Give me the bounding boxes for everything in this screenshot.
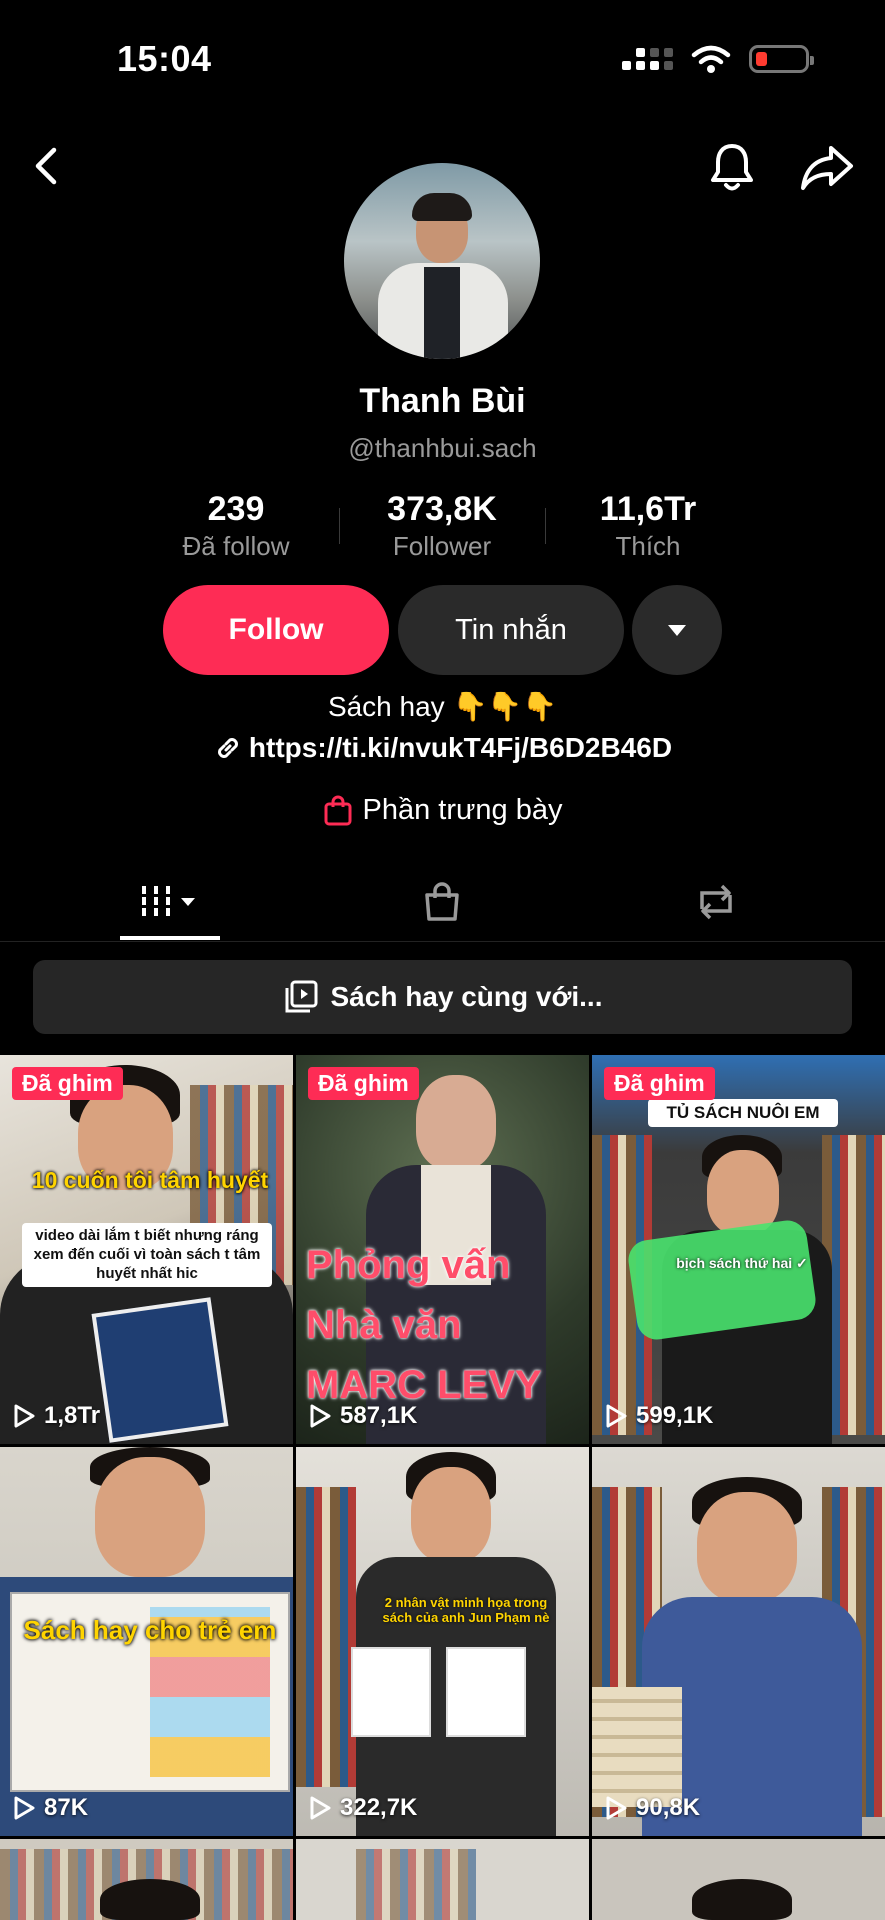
stat-label: Đã follow <box>182 531 290 561</box>
repost-icon <box>700 884 732 920</box>
status-bar: 15:04 <box>0 0 885 120</box>
status-time: 15:04 <box>117 38 212 79</box>
pinned-badge: Đã ghim <box>604 1067 715 1100</box>
message-button[interactable]: Tin nhắn <box>398 585 624 675</box>
video-thumbnail[interactable] <box>0 1839 293 1920</box>
profile-name: Thanh Bùi <box>359 382 526 420</box>
view-count-text: 587,1K <box>340 1402 418 1429</box>
shopping-bag-icon <box>425 882 459 921</box>
status-icons <box>622 44 814 74</box>
stat-value: 11,6Tr <box>599 490 697 528</box>
shopping-bag-icon <box>324 795 351 825</box>
caret-down-icon <box>668 625 686 636</box>
view-count: 87K <box>12 1794 88 1822</box>
follow-button[interactable]: Follow <box>163 585 389 675</box>
showcase-label: Phần trưng bày <box>362 794 563 826</box>
bell-icon[interactable] <box>707 140 757 194</box>
video-thumbnail[interactable]: 10 cuốn tôi tâm huyết video dài lắm t bi… <box>0 1055 293 1444</box>
video-thumbnail[interactable]: 90,8K <box>592 1447 885 1836</box>
more-dropdown-button[interactable] <box>632 585 722 675</box>
video-thumbnail[interactable]: TỦ SÁCH NUÔI EM bịch sách thứ hai ✓ Đã g… <box>592 1055 885 1444</box>
tab-shop[interactable] <box>412 862 472 942</box>
battery-icon <box>749 45 814 73</box>
stat-divider <box>339 508 340 544</box>
video-thumbnail[interactable] <box>592 1839 885 1920</box>
view-count-text: 1,8Tr <box>44 1402 101 1429</box>
video-overlay-text: TỦ SÁCH NUÔI EM <box>648 1099 838 1127</box>
profile-link-text: https://ti.ki/nvukT4Fj/B6D2B46D <box>248 732 673 763</box>
video-overlay-text: 10 cuốn tôi tâm huyết <box>31 1167 269 1193</box>
profile-stats: 239 Đã follow 373,8K Follower 11,6Tr Thí… <box>0 490 885 570</box>
view-count: 587,1K <box>308 1402 417 1430</box>
pinned-badge: Đã ghim <box>12 1067 123 1100</box>
play-icon <box>310 1796 331 1820</box>
stat-value: 373,8K <box>387 490 497 528</box>
view-count: 1,8Tr <box>12 1402 100 1430</box>
profile-bio: Sách hay 👇👇👇 <box>327 691 558 722</box>
stat-label: Thích <box>615 531 681 561</box>
content-tabs <box>0 862 885 942</box>
video-thumbnail[interactable]: Phỏng vấn Nhà văn MARC LEVY Đã ghim 587,… <box>296 1055 589 1444</box>
wifi-icon <box>691 45 731 73</box>
pinned-badge: Đã ghim <box>308 1067 419 1100</box>
stat-value: 239 <box>207 490 265 528</box>
view-count: 90,8K <box>604 1794 700 1822</box>
cellular-signal-icon <box>622 48 673 70</box>
profile-actions: Follow Tin nhắn <box>0 585 885 675</box>
share-arrow-icon[interactable] <box>799 142 855 192</box>
avatar[interactable] <box>344 163 540 359</box>
link-icon <box>217 738 238 758</box>
view-count-text: 322,7K <box>340 1794 418 1821</box>
video-thumbnail[interactable]: 2 nhân vật minh họa trong sách của anh J… <box>296 1447 589 1836</box>
playlist-button[interactable]: Sách hay cùng với... <box>33 960 852 1034</box>
view-count-text: 599,1K <box>636 1402 714 1429</box>
view-count-text: 90,8K <box>636 1794 701 1821</box>
stat-followers[interactable]: 373,8K Follower <box>342 490 542 562</box>
view-count: 599,1K <box>604 1402 713 1430</box>
video-overlay-text: 2 nhân vật minh họa trong sách của anh J… <box>382 1595 550 1625</box>
stat-following[interactable]: 239 Đã follow <box>136 490 336 562</box>
stat-likes[interactable]: 11,6Tr Thích <box>548 490 748 562</box>
profile-link[interactable]: https://ti.ki/nvukT4Fj/B6D2B46D <box>0 732 885 764</box>
playlist-icon <box>285 980 317 1013</box>
video-caption: bịch sách thứ hai ✓ <box>676 1255 808 1271</box>
play-icon <box>310 1404 331 1428</box>
play-icon <box>606 1404 627 1428</box>
view-count: 322,7K <box>308 1794 417 1822</box>
video-thumbnail[interactable] <box>296 1839 589 1920</box>
video-grid: 10 cuốn tôi tâm huyết video dài lắm t bi… <box>0 1055 885 1920</box>
playlist-label: Sách hay cùng với... <box>330 981 603 1012</box>
chevron-left-icon[interactable] <box>26 144 66 188</box>
profile-handle: @thanhbui.sach <box>348 433 537 463</box>
videos-grid-icon <box>142 886 195 916</box>
play-icon <box>606 1796 627 1820</box>
video-overlay-text: Phỏng vấn Nhà văn MARC LEVY <box>306 1243 542 1407</box>
view-count-text: 87K <box>44 1794 89 1821</box>
video-caption: video dài lắm t biết nhưng ráng xem đến … <box>22 1223 272 1288</box>
video-overlay-text: Sách hay cho trẻ em <box>23 1615 277 1645</box>
tab-videos[interactable] <box>120 862 220 942</box>
tab-reposts[interactable] <box>686 862 746 942</box>
play-icon <box>14 1404 35 1428</box>
play-icon <box>14 1796 35 1820</box>
stat-label: Follower <box>392 531 492 561</box>
video-thumbnail[interactable]: Sách hay cho trẻ em 87K <box>0 1447 293 1836</box>
showcase-link[interactable]: Phần trưng bày <box>0 794 885 827</box>
stat-divider <box>545 508 546 544</box>
